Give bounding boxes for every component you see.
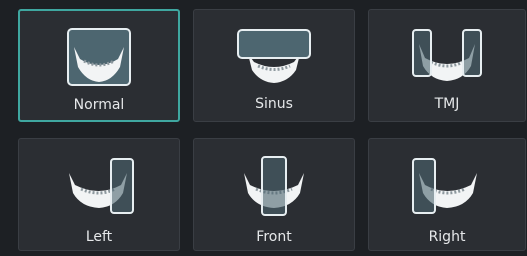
mode-label-right: Right (428, 229, 466, 245)
mode-label-tmj: TMJ (434, 96, 460, 112)
mode-tile-left[interactable]: Left (18, 138, 180, 251)
mode-label-normal: Normal (73, 97, 125, 113)
mode-tile-sinus[interactable]: Sinus (193, 9, 355, 122)
normal-fov-icon (20, 27, 178, 91)
mode-label-left: Left (85, 229, 113, 245)
mode-tile-right[interactable]: Right (368, 138, 526, 251)
sinus-fov-icon (194, 26, 354, 90)
mode-label-front: Front (256, 229, 292, 245)
mode-tile-tmj[interactable]: TMJ (368, 9, 526, 122)
right-fov-icon (369, 155, 525, 219)
fov-mode-panel: Normal Sinus TMJ Left Front Right (0, 0, 527, 256)
mode-tile-normal[interactable]: Normal (18, 9, 180, 122)
mode-label-sinus: Sinus (255, 96, 293, 112)
left-fov-icon (19, 155, 179, 219)
tmj-fov-icon (369, 26, 525, 90)
front-fov-icon (194, 155, 354, 219)
mode-tile-front[interactable]: Front (193, 138, 355, 251)
